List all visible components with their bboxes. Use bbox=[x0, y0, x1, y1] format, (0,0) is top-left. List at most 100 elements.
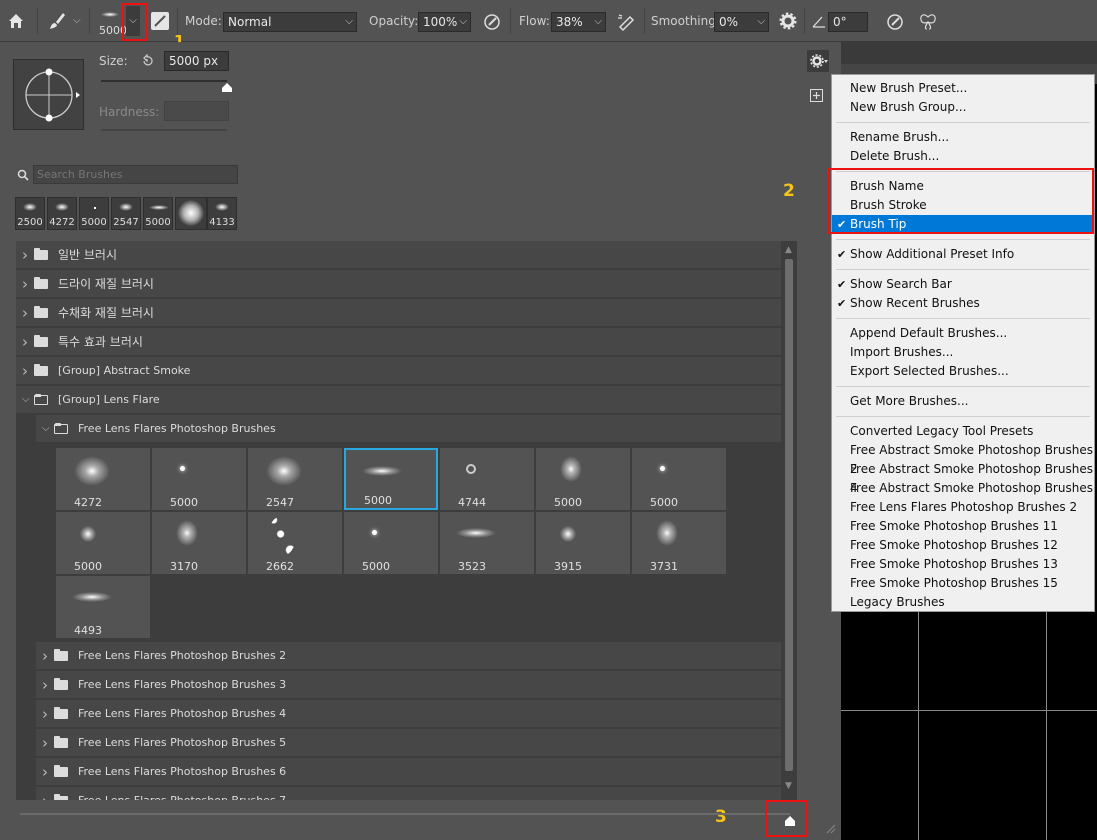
chevron-right-icon[interactable]: › bbox=[22, 357, 28, 385]
bottom-size-slider-track[interactable] bbox=[20, 813, 790, 815]
flow-field[interactable]: 38% ⌵ bbox=[551, 12, 606, 32]
recent-brush-thumb[interactable] bbox=[175, 197, 207, 230]
brush-subgroup-row[interactable]: › Free Lens Flares Photoshop Brushes 6 bbox=[36, 758, 781, 786]
brush-list-scrollbar[interactable]: ▲ ▼ bbox=[781, 241, 797, 800]
chevron-right-icon[interactable]: › bbox=[42, 642, 48, 670]
brush-tile[interactable]: 3170 bbox=[152, 512, 246, 574]
search-brushes-input[interactable] bbox=[33, 165, 238, 184]
brush-tile[interactable]: 5000 bbox=[56, 512, 150, 574]
smoothing-field[interactable]: 0% ⌵ bbox=[714, 12, 769, 32]
brush-tile[interactable]: 3731 bbox=[632, 512, 726, 574]
menu-item[interactable]: Append Default Brushes... bbox=[832, 324, 1094, 343]
brush-group-row[interactable]: › 특수 효과 브러시 bbox=[16, 328, 781, 356]
brush-tile[interactable]: 5000 bbox=[344, 448, 438, 510]
brush-angle-preview[interactable] bbox=[13, 59, 84, 130]
chevron-right-icon[interactable]: › bbox=[42, 758, 48, 786]
brush-list: › 일반 브러시 › 드라이 재질 브러시 › 수채화 재질 브러시 › 특수 효과 브러시 ›… bbox=[16, 241, 797, 800]
reset-size-icon[interactable] bbox=[141, 53, 155, 68]
menu-item[interactable]: Legacy Brushes bbox=[832, 593, 1094, 612]
brush-tile[interactable]: 3915 bbox=[536, 512, 630, 574]
menu-item[interactable]: Get More Brushes... bbox=[832, 392, 1094, 411]
chevron-right-icon[interactable]: › bbox=[42, 729, 48, 757]
chevron-right-icon[interactable]: › bbox=[22, 299, 28, 327]
chevron-right-icon[interactable]: › bbox=[22, 328, 28, 356]
symmetry-butterfly-icon[interactable] bbox=[918, 12, 938, 32]
brush-tile[interactable]: 5000 bbox=[632, 448, 726, 510]
brush-subgroup-row[interactable]: › Free Lens Flares Photoshop Brushes 4 bbox=[36, 700, 781, 728]
brush-tile[interactable]: 4493 bbox=[56, 576, 150, 638]
brush-tile[interactable]: 3523 bbox=[440, 512, 534, 574]
menu-item[interactable]: ✔ Show Search Bar bbox=[832, 275, 1094, 294]
opacity-field[interactable]: 100% ⌵ bbox=[418, 12, 471, 32]
chevron-right-icon[interactable]: › bbox=[22, 270, 28, 298]
brush-subgroup-row[interactable]: › Free Lens Flares Photoshop Brushes 3 bbox=[36, 671, 781, 699]
menu-item[interactable]: ✔ Show Recent Brushes bbox=[832, 294, 1094, 313]
size-field[interactable]: 5000 px bbox=[164, 51, 229, 71]
brush-tile[interactable]: 4272 bbox=[56, 448, 150, 510]
menu-item[interactable]: Free Lens Flares Photoshop Brushes 2 bbox=[832, 498, 1094, 517]
menu-item[interactable]: Delete Brush... bbox=[832, 147, 1094, 166]
scrollbar-thumb[interactable] bbox=[785, 259, 793, 771]
brush-group-row[interactable]: › 수채화 재질 브러시 bbox=[16, 299, 781, 327]
brush-tool-icon[interactable] bbox=[47, 11, 67, 31]
mode-dropdown[interactable]: Normal ⌵ bbox=[223, 12, 357, 32]
chevron-right-icon[interactable]: › bbox=[22, 241, 28, 269]
menu-item[interactable]: Free Smoke Photoshop Brushes 11 bbox=[832, 517, 1094, 536]
brush-group-row[interactable]: › [Group] Abstract Smoke bbox=[16, 357, 781, 385]
recent-brush-thumb[interactable]: 5000 bbox=[143, 197, 173, 230]
resize-grip-icon[interactable] bbox=[824, 822, 836, 834]
brush-group-row[interactable]: › 드라이 재질 브러시 bbox=[16, 270, 781, 298]
brush-tile[interactable]: 4744 bbox=[440, 448, 534, 510]
size-slider-thumb[interactable] bbox=[220, 82, 234, 93]
brush-subgroup-row[interactable]: › Free Lens Flares Photoshop Brushes 2 bbox=[36, 642, 781, 670]
menu-item[interactable]: Free Abstract Smoke Photoshop Brushes 4 bbox=[832, 460, 1094, 495]
menu-item[interactable]: Free Abstract Smoke Photoshop Brushes bbox=[832, 479, 1094, 498]
chevron-right-icon[interactable]: › bbox=[42, 671, 48, 699]
brush-subgroup-row[interactable]: › Free Lens Flares Photoshop Brushes 7 bbox=[36, 787, 781, 800]
panel-gear-icon[interactable] bbox=[807, 50, 829, 72]
menu-item[interactable]: Free Smoke Photoshop Brushes 12 bbox=[832, 536, 1094, 555]
menu-item[interactable]: Free Smoke Photoshop Brushes 15 bbox=[832, 574, 1094, 593]
brush-group-row[interactable]: ⌵ [Group] Lens Flare bbox=[16, 386, 781, 414]
angle-field[interactable]: 0° bbox=[828, 12, 868, 32]
tool-preset-chevron-icon[interactable]: ⌵ bbox=[73, 15, 81, 26]
chevron-right-icon[interactable]: › bbox=[42, 700, 48, 728]
menu-item[interactable]: Converted Legacy Tool Presets bbox=[832, 422, 1094, 441]
chevron-down-icon[interactable]: ⌵ bbox=[22, 386, 30, 414]
brush-tile[interactable]: 5000 bbox=[344, 512, 438, 574]
home-icon[interactable] bbox=[7, 12, 25, 30]
recent-brush-thumb[interactable]: 4133 bbox=[207, 197, 237, 230]
menu-item[interactable]: Export Selected Brushes... bbox=[832, 362, 1094, 381]
menu-item[interactable]: ✔ Show Additional Preset Info bbox=[832, 245, 1094, 264]
brush-tile[interactable]: 2662 bbox=[248, 512, 342, 574]
scroll-up-icon[interactable]: ▲ bbox=[785, 245, 792, 255]
brush-settings-panel-icon[interactable] bbox=[151, 12, 169, 30]
menu-item[interactable]: New Brush Preset... bbox=[832, 79, 1094, 98]
gear-icon[interactable] bbox=[779, 12, 797, 30]
scroll-down-icon[interactable]: ▼ bbox=[785, 781, 792, 791]
new-preset-icon[interactable] bbox=[810, 89, 823, 102]
menu-item[interactable]: Free Abstract Smoke Photoshop Brushes 2 bbox=[832, 441, 1094, 476]
menu-item[interactable]: New Brush Group... bbox=[832, 98, 1094, 117]
brush-subgroup-row[interactable]: ⌵ Free Lens Flares Photoshop Brushes bbox=[36, 415, 781, 443]
recent-brush-thumb[interactable]: 2500 bbox=[15, 197, 45, 230]
recent-brush-thumb[interactable]: 4272 bbox=[47, 197, 77, 230]
menu-item[interactable]: Rename Brush... bbox=[832, 128, 1094, 147]
group-label: 일반 브러시 bbox=[58, 248, 118, 262]
brush-group-row[interactable]: › 일반 브러시 bbox=[16, 241, 781, 269]
chevron-down-icon[interactable]: ⌵ bbox=[42, 415, 50, 443]
size-slider-track[interactable] bbox=[101, 80, 227, 82]
brush-tile[interactable]: 5000 bbox=[536, 448, 630, 510]
recent-brush-thumb[interactable]: 2547 bbox=[111, 197, 141, 230]
pressure-opacity-icon[interactable] bbox=[482, 12, 502, 32]
brush-tile[interactable]: 5000 bbox=[152, 448, 246, 510]
menu-item[interactable]: Import Brushes... bbox=[832, 343, 1094, 362]
recent-brush-thumb[interactable]: 5000 bbox=[79, 197, 109, 230]
airbrush-icon[interactable] bbox=[616, 12, 638, 32]
chevron-right-icon[interactable]: › bbox=[42, 787, 48, 800]
brush-tip-preview bbox=[74, 456, 110, 486]
menu-item[interactable]: Free Smoke Photoshop Brushes 13 bbox=[832, 555, 1094, 574]
brush-subgroup-row[interactable]: › Free Lens Flares Photoshop Brushes 5 bbox=[36, 729, 781, 757]
brush-tile[interactable]: 2547 bbox=[248, 448, 342, 510]
pressure-size-icon[interactable] bbox=[885, 12, 905, 32]
